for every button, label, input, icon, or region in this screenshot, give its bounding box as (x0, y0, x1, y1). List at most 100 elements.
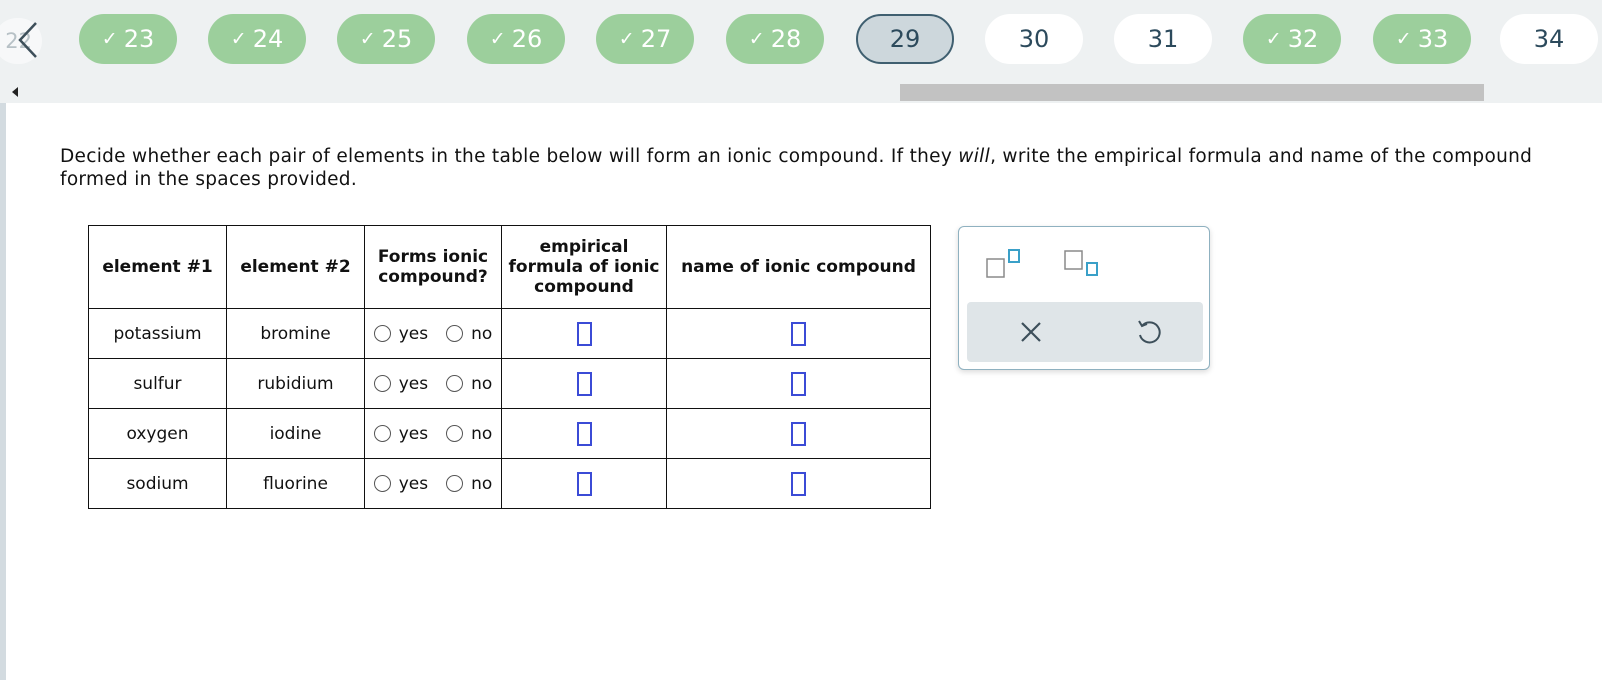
yes-no-radio-group: yes no (365, 424, 501, 444)
ionic-compound-table: element #1 element #2 Forms ionic compou… (88, 225, 931, 509)
question-pill-24[interactable]: ✓ 24 (208, 14, 306, 64)
compound-name-input[interactable] (791, 421, 806, 446)
question-pill-29[interactable]: 29 (856, 14, 954, 64)
back-chevron-icon[interactable] (16, 20, 42, 60)
header-element-1: element #1 (88, 225, 227, 309)
empirical-formula-input[interactable] (576, 321, 592, 346)
question-pill-25[interactable]: ✓ 25 (337, 14, 435, 64)
no-radio[interactable] (446, 325, 464, 342)
question-pill-label: 25 (381, 25, 413, 53)
question-pill-32[interactable]: ✓ 32 (1243, 14, 1341, 64)
check-icon: ✓ (489, 28, 506, 50)
check-icon: ✓ (1265, 28, 1282, 50)
question-pill-33[interactable]: ✓ 33 (1373, 14, 1471, 64)
table-row: sulfur rubidium yes no (88, 358, 931, 409)
question-pill-31[interactable]: 31 (1114, 14, 1212, 64)
check-icon: ✓ (618, 28, 635, 50)
formula-palette (958, 226, 1210, 370)
empirical-formula-cell (501, 358, 667, 409)
element-1-cell: oxygen (88, 408, 227, 459)
palette-actions (967, 302, 1203, 362)
yes-radio[interactable] (373, 425, 391, 442)
question-pill-label: 34 (1533, 25, 1565, 53)
table-row: sodium fluorine yes no (88, 458, 931, 509)
forms-ionic-cell: yes no (364, 408, 502, 459)
table-header-row: element #1 element #2 Forms ionic compou… (88, 225, 931, 309)
compound-name-cell (666, 458, 931, 509)
compound-name-input[interactable] (791, 471, 806, 496)
navigator-scrollbar-thumb[interactable] (900, 84, 1484, 101)
question-pill-28[interactable]: ✓ 28 (726, 14, 824, 64)
element-2-cell: iodine (226, 408, 365, 459)
clear-icon[interactable] (1013, 314, 1049, 350)
yes-label: yes (398, 473, 429, 494)
yes-no-radio-group: yes no (365, 374, 501, 394)
header-empirical-formula: empirical formula of ionic compound (501, 225, 667, 309)
compound-name-cell (666, 308, 931, 359)
question-pill-label: 31 (1147, 25, 1179, 53)
question-instructions: Decide whether each pair of elements in … (60, 145, 1560, 191)
element-1-cell: sodium (88, 458, 227, 509)
empirical-formula-cell (501, 408, 667, 459)
header-forms-ionic: Forms ionic compound? (364, 225, 502, 309)
check-icon: ✓ (359, 28, 376, 50)
yes-radio[interactable] (373, 325, 391, 342)
no-radio[interactable] (446, 375, 464, 392)
subscript-icon[interactable] (1061, 245, 1101, 285)
forms-ionic-cell: yes no (364, 458, 502, 509)
empirical-formula-input[interactable] (576, 371, 592, 396)
compound-name-cell (666, 408, 931, 459)
no-radio[interactable] (446, 475, 464, 492)
element-1-cell: sulfur (88, 358, 227, 409)
question-pill-label: 27 (640, 25, 672, 53)
question-pill-label: 33 (1417, 25, 1449, 53)
empirical-formula-input[interactable] (576, 471, 592, 496)
element-1-cell: potassium (88, 308, 227, 359)
yes-no-radio-group: yes no (365, 474, 501, 494)
question-pill-label: 28 (770, 25, 802, 53)
check-icon: ✓ (230, 28, 247, 50)
question-pill-26[interactable]: ✓ 26 (467, 14, 565, 64)
question-pill-label: 23 (123, 25, 155, 53)
element-2-cell: rubidium (226, 358, 365, 409)
check-icon: ✓ (1395, 28, 1412, 50)
check-icon: ✓ (748, 28, 765, 50)
yes-no-radio-group: yes no (365, 324, 501, 344)
check-icon: ✓ (101, 28, 118, 50)
question-pill-34[interactable]: 34 (1500, 14, 1598, 64)
question-pill-label: 26 (511, 25, 543, 53)
compound-name-input[interactable] (791, 371, 806, 396)
scroll-left-arrow-icon[interactable] (12, 87, 18, 97)
yes-label: yes (398, 423, 429, 444)
yes-radio[interactable] (373, 375, 391, 392)
no-label: no (471, 323, 493, 344)
element-2-cell: fluorine (226, 458, 365, 509)
superscript-icon[interactable] (983, 245, 1023, 285)
forms-ionic-cell: yes no (364, 358, 502, 409)
undo-icon[interactable] (1131, 314, 1167, 350)
empirical-formula-cell (501, 458, 667, 509)
compound-name-cell (666, 358, 931, 409)
no-label: no (471, 373, 493, 394)
header-compound-name: name of ionic compound (666, 225, 931, 309)
table-row: potassium bromine yes no (88, 308, 931, 359)
instructions-emphasis: will (958, 146, 991, 167)
yes-label: yes (398, 323, 429, 344)
question-pill-23[interactable]: ✓ 23 (79, 14, 177, 64)
question-pill-label: 32 (1287, 25, 1319, 53)
empirical-formula-input[interactable] (576, 421, 592, 446)
question-pill-27[interactable]: ✓ 27 (596, 14, 694, 64)
yes-label: yes (398, 373, 429, 394)
no-label: no (471, 423, 493, 444)
no-radio[interactable] (446, 425, 464, 442)
question-pill-label: 29 (889, 25, 921, 53)
question-pill-label: 30 (1018, 25, 1050, 53)
yes-radio[interactable] (373, 475, 391, 492)
question-pill-label: 24 (252, 25, 284, 53)
no-label: no (471, 473, 493, 494)
empirical-formula-cell (501, 308, 667, 359)
question-navigator: 22 ✓ 23 ✓ 24 ✓ 25 ✓ 26 ✓ 27 ✓ 28 29 30 31 ✓ 32 ✓ 33 34 (0, 0, 1602, 103)
element-2-cell: bromine (226, 308, 365, 359)
compound-name-input[interactable] (791, 321, 806, 346)
question-pill-30[interactable]: 30 (985, 14, 1083, 64)
